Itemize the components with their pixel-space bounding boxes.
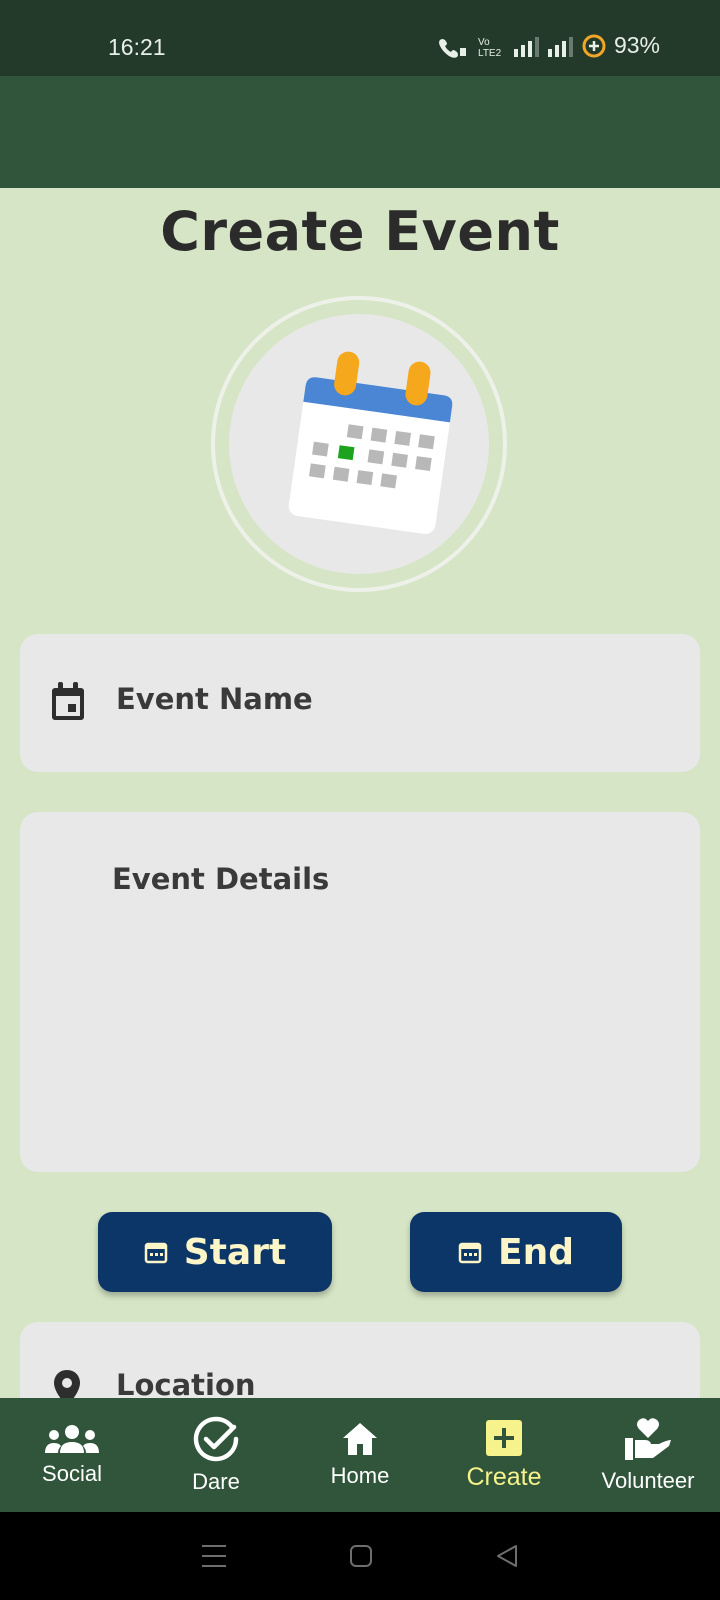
- start-button-label: Start: [183, 1231, 287, 1273]
- end-button-label: End: [498, 1231, 574, 1273]
- status-icons: Vo LTE2 93%: [436, 32, 660, 59]
- home-button-icon[interactable]: [349, 1544, 373, 1568]
- wifi-call-icon: [438, 38, 466, 58]
- bottom-navigation: Social Dare Home Create Volunteer: [0, 1398, 720, 1512]
- event-details-placeholder: Event Details: [112, 862, 330, 896]
- battery-saver-icon: [582, 34, 606, 57]
- event-name-placeholder: Event Name: [116, 682, 313, 716]
- nav-home[interactable]: Home: [288, 1398, 432, 1512]
- start-date-button[interactable]: Start: [98, 1212, 332, 1292]
- nav-label-social: Social: [42, 1461, 102, 1486]
- nav-label-volunteer: Volunteer: [601, 1468, 695, 1493]
- app-bar: [0, 76, 720, 188]
- volunteer-hand-heart-icon: [625, 1418, 671, 1460]
- nav-create[interactable]: Create: [432, 1398, 576, 1512]
- svg-text:Vo: Vo: [478, 37, 490, 48]
- nav-label-home: Home: [330, 1463, 390, 1488]
- page-title: Create Event: [160, 200, 560, 263]
- group-icon: [45, 1425, 99, 1453]
- add-box-icon: [486, 1419, 522, 1456]
- system-navigation-bar: [0, 1512, 720, 1600]
- location-placeholder: Location: [116, 1368, 256, 1402]
- recent-apps-icon[interactable]: [201, 1544, 227, 1568]
- status-time: 16:21: [108, 34, 166, 60]
- end-date-button[interactable]: End: [410, 1212, 622, 1292]
- signal-icon-2: [547, 36, 573, 57]
- calendar-icon: [458, 1242, 482, 1264]
- check-circle-icon: [193, 1416, 239, 1462]
- nav-label-create: Create: [466, 1462, 542, 1491]
- event-details-field[interactable]: Event Details: [20, 812, 700, 1172]
- back-icon[interactable]: [495, 1544, 519, 1568]
- nav-social[interactable]: Social: [0, 1398, 144, 1512]
- calendar-icon: [144, 1242, 168, 1264]
- event-name-field[interactable]: Event Name: [20, 634, 700, 772]
- status-bar: 16:21 Vo LTE2 93%: [0, 0, 720, 76]
- nav-dare[interactable]: Dare: [144, 1398, 288, 1512]
- nav-label-dare: Dare: [192, 1469, 240, 1494]
- home-icon: [343, 1423, 377, 1455]
- volte-icon: Vo LTE2: [478, 37, 502, 58]
- calendar-today-icon: [52, 682, 84, 720]
- calendar-illustration-icon: [288, 351, 453, 534]
- signal-icon-1: [513, 36, 539, 57]
- svg-text:LTE2: LTE2: [478, 48, 502, 58]
- battery-percentage: 93%: [613, 32, 660, 58]
- nav-volunteer[interactable]: Volunteer: [576, 1398, 720, 1512]
